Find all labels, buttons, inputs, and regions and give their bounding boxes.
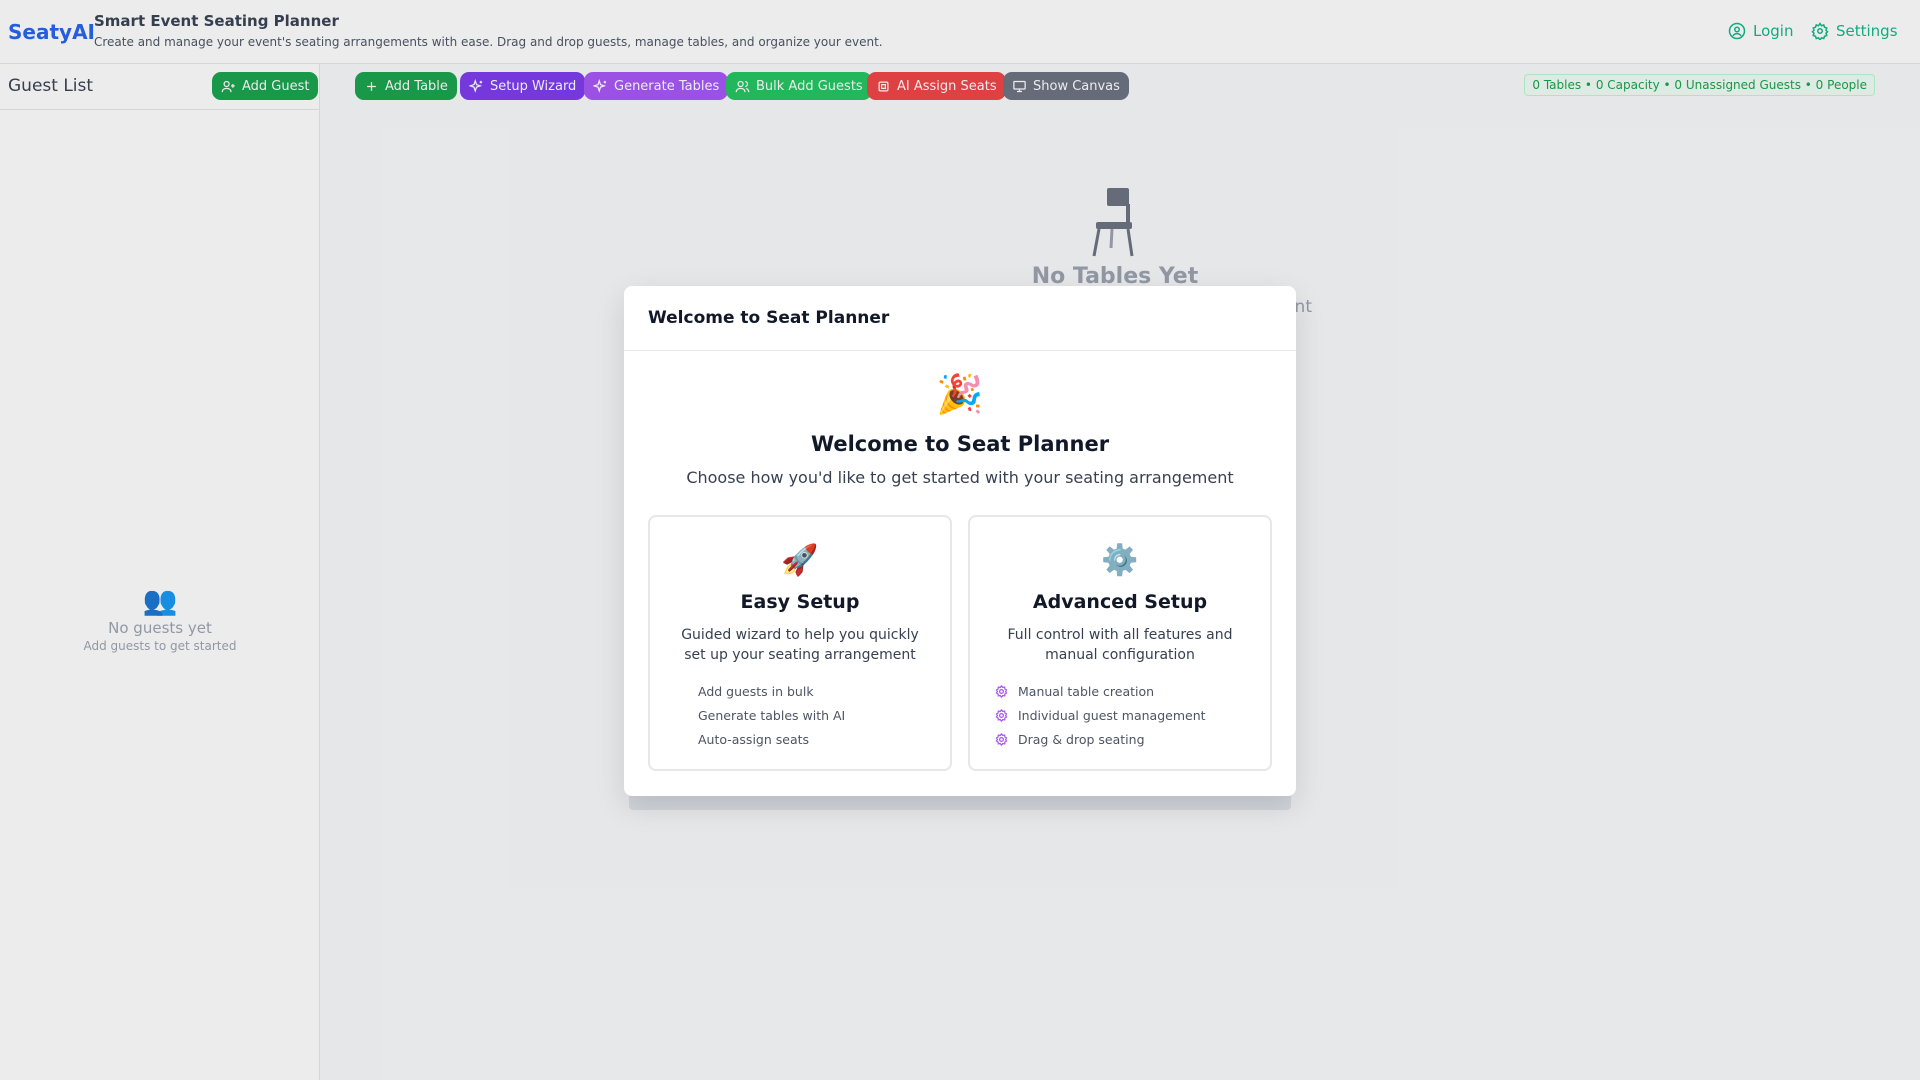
easy-setup-features: Add guests in bulk Generate tables with … [674,679,950,751]
gear-icon: ⚙️ [1101,543,1139,578]
advanced-setup-features: Manual table creation Individual guest m… [994,679,1270,751]
feature-label: Individual guest management [1018,707,1206,723]
dialog-subtitle: Choose how you'd like to get started wit… [686,468,1234,487]
rocket-icon: 🚀 [781,543,819,578]
advanced-setup-description: Full control with all features and manua… [1007,627,1233,663]
easy-setup-title: Easy Setup [740,591,860,613]
list-item: Generate tables with AI [674,703,950,727]
dialog-title: Welcome to Seat Planner [810,432,1110,456]
feature-label: Manual table creation [1018,683,1155,699]
advanced-setup-card[interactable]: ⚙️ Advanced Setup Full control with all … [968,515,1272,771]
feature-label: Auto-assign seats [698,731,810,747]
advanced-setup-title: Advanced Setup [1032,591,1208,613]
list-item: Individual guest management [994,703,1270,727]
easy-setup-card[interactable]: 🚀 Easy Setup Guided wizard to help you q… [648,515,952,771]
gear-icon [995,708,1008,722]
easy-setup-description: Guided wizard to help you quickly set up… [681,627,919,663]
list-item: Add guests in bulk [674,679,950,703]
list-item: Drag & drop seating [994,727,1270,751]
feature-label: Generate tables with AI [698,707,846,723]
welcome-dialog: Welcome to Seat Planner 🎉 Welcome to Sea… [624,286,1296,796]
feature-label: Drag & drop seating [1018,731,1145,747]
list-item: Manual table creation [994,679,1270,703]
gear-icon [995,684,1008,698]
dialog-header: Welcome to Seat Planner [624,286,1296,351]
party-popper-icon: 🎉 [936,372,984,416]
gear-icon [995,732,1008,746]
feature-label: Add guests in bulk [698,683,814,699]
list-item: Auto-assign seats [674,727,950,751]
